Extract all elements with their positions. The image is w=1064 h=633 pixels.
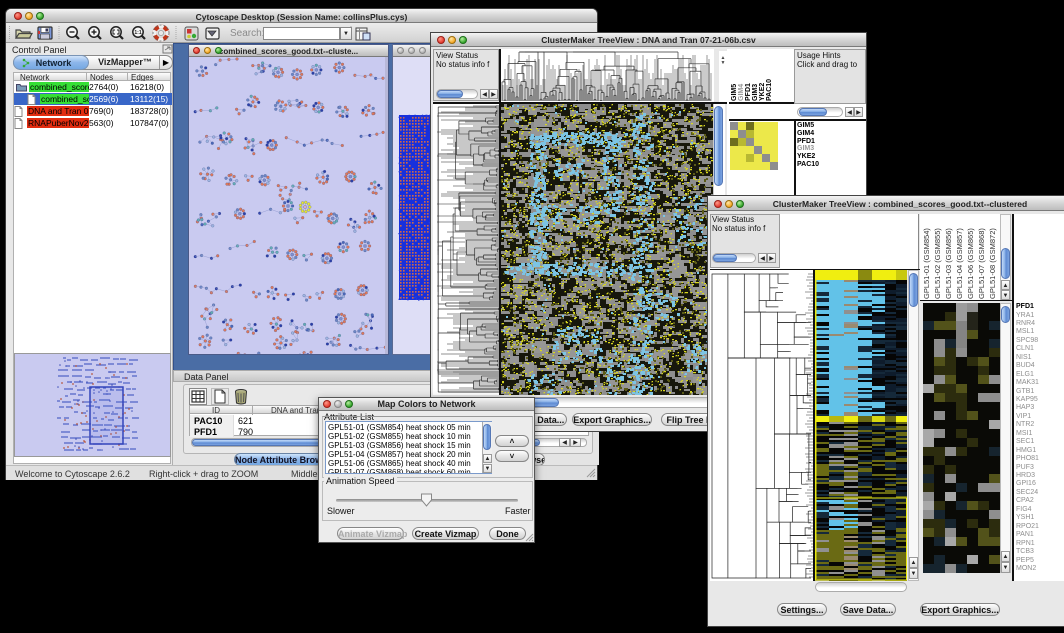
- svg-text:1:1: 1:1: [134, 30, 141, 36]
- svg-text:Search:: Search:: [230, 28, 264, 39]
